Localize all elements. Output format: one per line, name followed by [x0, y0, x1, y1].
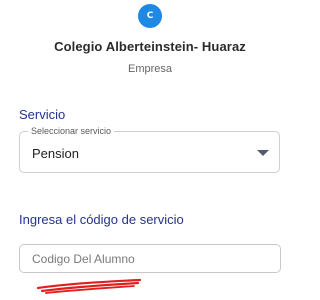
- company-logo: C: [138, 4, 162, 28]
- student-code-input[interactable]: [19, 244, 281, 273]
- service-dropdown-legend: Seleccionar servicio: [28, 125, 115, 137]
- service-section-label: Servicio: [19, 107, 66, 122]
- service-dropdown-value: Pension: [32, 146, 79, 161]
- company-name: Colegio Alberteinstein- Huaraz: [54, 39, 246, 54]
- company-type: Empresa: [127, 63, 173, 75]
- caret-down-icon[interactable]: [257, 150, 269, 156]
- code-section-label: Ingresa el código de servicio: [19, 212, 184, 227]
- service-dropdown[interactable]: Seleccionar servicio Pension: [19, 125, 280, 173]
- red-underline-scribble: [36, 278, 142, 294]
